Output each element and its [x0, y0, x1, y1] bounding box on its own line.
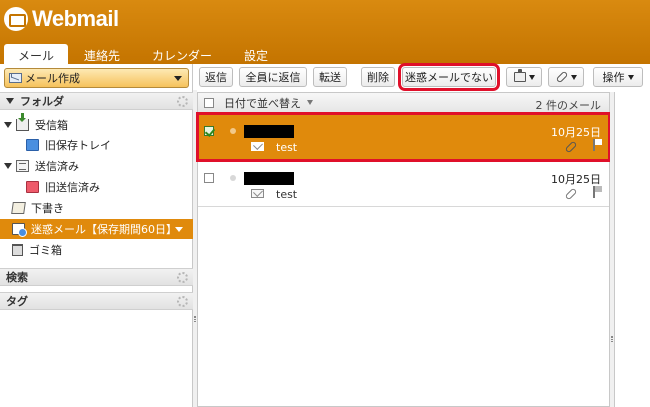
folder-blue-icon [26, 139, 39, 151]
folder-label: 送信済み [35, 160, 79, 173]
chevron-down-icon[interactable] [175, 227, 183, 232]
folder-label: ゴミ箱 [29, 244, 62, 257]
folder-label: 旧保存トレイ [45, 139, 111, 152]
collapse-triangle-icon [6, 98, 14, 104]
spam-icon [12, 223, 27, 237]
splitter-grip-icon [611, 336, 613, 342]
trash-icon [12, 244, 23, 256]
forward-button[interactable]: 転送 [313, 67, 347, 87]
compose-label: メール作成 [25, 72, 80, 85]
message-list-header: 日付で並べ替え 2 件のメール [198, 93, 609, 113]
mail-toolbar: 返信 全員に返信 転送 削除 迷惑メールでない 操作 [193, 63, 650, 91]
message-subject: test [276, 188, 298, 201]
envelope-open-icon [251, 142, 264, 151]
expand-triangle-icon[interactable] [4, 122, 12, 128]
tab-settings[interactable]: 設定 [228, 44, 284, 64]
sidebar-item-spam[interactable]: 迷惑メール【保存期間60日】 [0, 219, 193, 239]
actions-label: 操作 [602, 71, 625, 84]
reply-button[interactable]: 返信 [199, 67, 233, 87]
folder-red-icon [26, 181, 39, 193]
message-list: 日付で並べ替え 2 件のメール 10月25日 test 10月25日 test [196, 92, 611, 407]
sidebar-item-drafts[interactable]: 下書き [0, 198, 193, 218]
compose-mail-icon [9, 73, 22, 83]
flag-icon[interactable] [593, 139, 602, 151]
preview-pane [614, 92, 650, 407]
flag-icon[interactable] [593, 186, 602, 198]
gear-icon[interactable] [177, 96, 188, 107]
actions-menu-button[interactable]: 操作 [593, 67, 643, 87]
logo-text: Webmail [32, 6, 119, 31]
mail-logo-icon [4, 7, 28, 31]
expand-triangle-icon[interactable] [4, 163, 12, 169]
splitter-grip-icon [194, 316, 196, 322]
paperclip-icon [564, 140, 578, 154]
draft-icon [11, 202, 26, 214]
search-section-header[interactable]: 検索 [0, 268, 193, 286]
folder-label: 下書き [31, 202, 64, 215]
sidebar: メール作成 フォルダ 受信箱 旧保存トレイ 送信済み 旧送信済み 下書き 迷惑メ… [0, 64, 193, 407]
tag-section-title: タグ [6, 295, 28, 308]
paperclip-icon [564, 187, 578, 201]
folder-section-header[interactable]: フォルダ [0, 92, 193, 110]
compose-button[interactable]: メール作成 [4, 68, 189, 88]
message-row[interactable]: 10月25日 test [196, 112, 611, 162]
delete-button[interactable]: 削除 [361, 67, 395, 87]
sidebar-item-inbox[interactable]: 受信箱 [0, 113, 193, 135]
search-section-title: 検索 [6, 271, 28, 284]
message-date: 10月25日 [551, 173, 601, 186]
sidebar-item-sent[interactable]: 送信済み [0, 156, 193, 176]
chevron-down-icon [627, 74, 634, 80]
tab-calendar[interactable]: カレンダー [136, 44, 228, 64]
main-nav-tabs: メール 連絡先 カレンダー 設定 [0, 44, 284, 64]
sender-redacted [244, 125, 294, 138]
sidebar-item-trash[interactable]: ゴミ箱 [0, 240, 193, 260]
tab-contacts[interactable]: 連絡先 [68, 44, 136, 64]
not-spam-button[interactable]: 迷惑メールでない [398, 63, 500, 91]
paperclip-icon [555, 70, 568, 84]
message-checkbox-checked[interactable] [204, 126, 214, 136]
folder-section-title: フォルダ [20, 95, 64, 108]
folder-label: 旧送信済み [45, 181, 100, 194]
message-date: 10月25日 [551, 126, 601, 139]
webmail-logo: Webmail [4, 6, 119, 32]
chevron-down-icon [528, 74, 535, 80]
sidebar-item-old-inbox[interactable]: 旧保存トレイ [0, 135, 193, 155]
webmail-app: Webmail メール 連絡先 カレンダー 設定 メール作成 フォルダ 受信箱 … [0, 0, 650, 407]
message-row[interactable]: 10月25日 test [198, 161, 609, 207]
sort-by-date-button[interactable]: 日付で並べ替え [224, 95, 301, 111]
unread-dot-icon[interactable] [230, 128, 236, 134]
sort-caret-icon[interactable] [307, 100, 313, 105]
sender-redacted [244, 172, 294, 185]
select-all-checkbox[interactable] [204, 97, 214, 108]
unread-dot-icon[interactable] [230, 175, 236, 181]
envelope-icon [251, 189, 264, 198]
message-count: 2 件のメール [535, 99, 602, 112]
stamp-icon [513, 69, 526, 82]
gear-icon[interactable] [177, 272, 188, 283]
tab-mail[interactable]: メール [4, 44, 69, 64]
reply-all-button[interactable]: 全員に返信 [239, 67, 307, 87]
tag-section-header[interactable]: タグ [0, 292, 193, 310]
app-header: Webmail メール 連絡先 カレンダー 設定 [0, 0, 650, 64]
inbox-icon [16, 113, 29, 131]
chevron-down-icon[interactable] [174, 75, 182, 81]
sent-icon [16, 160, 29, 172]
gear-icon[interactable] [177, 296, 188, 307]
sidebar-item-old-sent[interactable]: 旧送信済み [0, 177, 193, 197]
tag-menu-button[interactable] [548, 67, 584, 87]
chevron-down-icon [570, 74, 577, 80]
message-subject: test [276, 141, 298, 154]
message-checkbox[interactable] [204, 173, 214, 183]
folder-label: 受信箱 [35, 119, 68, 132]
folder-label: 迷惑メール【保存期間60日】 [31, 223, 177, 236]
move-menu-button[interactable] [506, 67, 542, 87]
